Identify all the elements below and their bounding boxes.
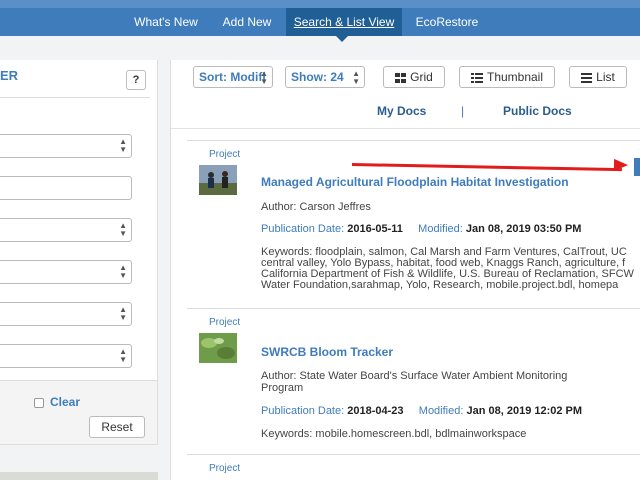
modified-date: Jan 08, 2019 03:50 PM — [465, 223, 582, 235]
side-action-tab[interactable] — [634, 158, 640, 176]
modified-date: Jan 08, 2019 12:02 PM — [466, 405, 583, 417]
grid-view-button[interactable]: Grid — [383, 66, 445, 88]
tab-my-docs[interactable]: My Docs — [377, 104, 426, 118]
tab-public-docs[interactable]: Public Docs — [503, 104, 572, 118]
grid-view-label: Grid — [410, 70, 433, 84]
show-count-select[interactable]: Show: 24 ▲ ▼ — [285, 66, 365, 88]
result-author: Author: Carson Jeffres — [261, 201, 371, 213]
publication-date-label: Publication Date: — [261, 223, 348, 235]
main-nav: What's New Add New Search & List View Ec… — [0, 8, 640, 36]
panel-divider — [0, 97, 150, 98]
select-arrows-icon: ▲ ▼ — [260, 69, 268, 86]
result-type: Project — [209, 317, 241, 328]
result-title-link[interactable]: Managed Agricultural Floodplain Habitat … — [261, 175, 569, 189]
filter-panel-footer: Clear Reset — [0, 380, 157, 444]
sort-select-label: Sort: Modifi — [199, 70, 266, 84]
reset-button[interactable]: Reset — [89, 416, 145, 438]
result-title-link[interactable]: SWRCB Bloom Tracker — [261, 345, 393, 359]
nav-search-list-view[interactable]: Search & List View — [286, 8, 402, 36]
list-icon — [581, 72, 593, 83]
publication-date: 2016-05-11 — [347, 223, 403, 235]
select-arrows-icon: ▲ ▼ — [119, 263, 127, 280]
toolbar-divider — [171, 128, 640, 129]
nav-whats-new[interactable]: What's New — [126, 8, 206, 36]
nav-add-new[interactable]: Add New — [214, 8, 280, 36]
select-arrows-icon: ▲ ▼ — [119, 221, 127, 238]
result-thumbnail-image[interactable] — [199, 333, 237, 363]
result-keywords: Keywords: floodplain, salmon, Cal Marsh … — [261, 247, 634, 291]
select-arrows-icon: ▲ ▼ — [119, 137, 127, 154]
clear-checkbox[interactable] — [34, 398, 44, 408]
list-view-button[interactable]: List — [569, 66, 627, 88]
list-view-label: List — [596, 70, 615, 84]
thumbnail-list-icon — [470, 72, 483, 83]
result-thumbnail-image[interactable] — [199, 165, 237, 195]
filter-select-2[interactable]: ▲ ▼ — [0, 218, 132, 242]
thumbnail-view-button[interactable]: Thumbnail — [459, 66, 555, 88]
map-preview[interactable] — [0, 472, 158, 480]
result-dates: Publication Date: 2016-05-11 Modified: J… — [261, 223, 581, 235]
thumbnail-view-label: Thumbnail — [486, 70, 544, 84]
clear-link[interactable]: Clear — [50, 395, 80, 409]
result-card: Project — [187, 454, 640, 480]
filter-select-1[interactable]: ▲ ▼ — [0, 134, 132, 158]
annotation-arrow-head-icon — [613, 158, 629, 172]
filter-select-4[interactable]: ▲ ▼ — [0, 302, 132, 326]
modified-label: Modified: — [418, 405, 467, 417]
publication-date: 2018-04-23 — [347, 405, 404, 417]
filter-select-3[interactable]: ▲ ▼ — [0, 260, 132, 284]
nav-ecorestore[interactable]: EcoRestore — [410, 8, 484, 36]
sort-select[interactable]: Sort: Modifi ▲ ▼ — [193, 66, 273, 88]
publication-date-label: Publication Date: — [261, 405, 348, 417]
result-keywords: Keywords: mobile.homescreen.bdl, bdlmain… — [261, 429, 527, 440]
select-arrows-icon: ▲ ▼ — [119, 305, 127, 322]
results-panel: Sort: Modifi ▲ ▼ Show: 24 ▲ ▼ Grid Thumbna… — [170, 60, 640, 480]
filter-text-input[interactable] — [0, 176, 132, 200]
result-card: Project SWRCB Bloom Tracker Author: Stat… — [187, 308, 640, 454]
result-author: Author: State Water Board's Surface Wate… — [261, 370, 568, 394]
grid-icon — [395, 72, 407, 83]
filter-select-5[interactable]: ▲ ▼ — [0, 344, 132, 368]
modified-label: Modified: — [418, 223, 466, 235]
result-type: Project — [209, 463, 241, 474]
select-arrows-icon: ▲ ▼ — [352, 69, 360, 86]
select-arrows-icon: ▲ ▼ — [119, 347, 127, 364]
doc-tab-divider: | — [461, 104, 465, 118]
help-button[interactable]: ? — [126, 70, 146, 90]
active-nav-caret — [336, 36, 348, 42]
result-type: Project — [209, 149, 241, 160]
show-count-label: Show: 24 — [291, 70, 344, 84]
result-dates: Publication Date: 2018-04-23 Modified: J… — [261, 405, 582, 417]
filter-panel-title: ER — [0, 68, 19, 83]
filter-panel: ER ? ▲ ▼ ▲ ▼ ▲ ▼ ▲ ▼ ▲ ▼ Clear Reset — [0, 60, 158, 445]
top-strip — [0, 0, 640, 8]
